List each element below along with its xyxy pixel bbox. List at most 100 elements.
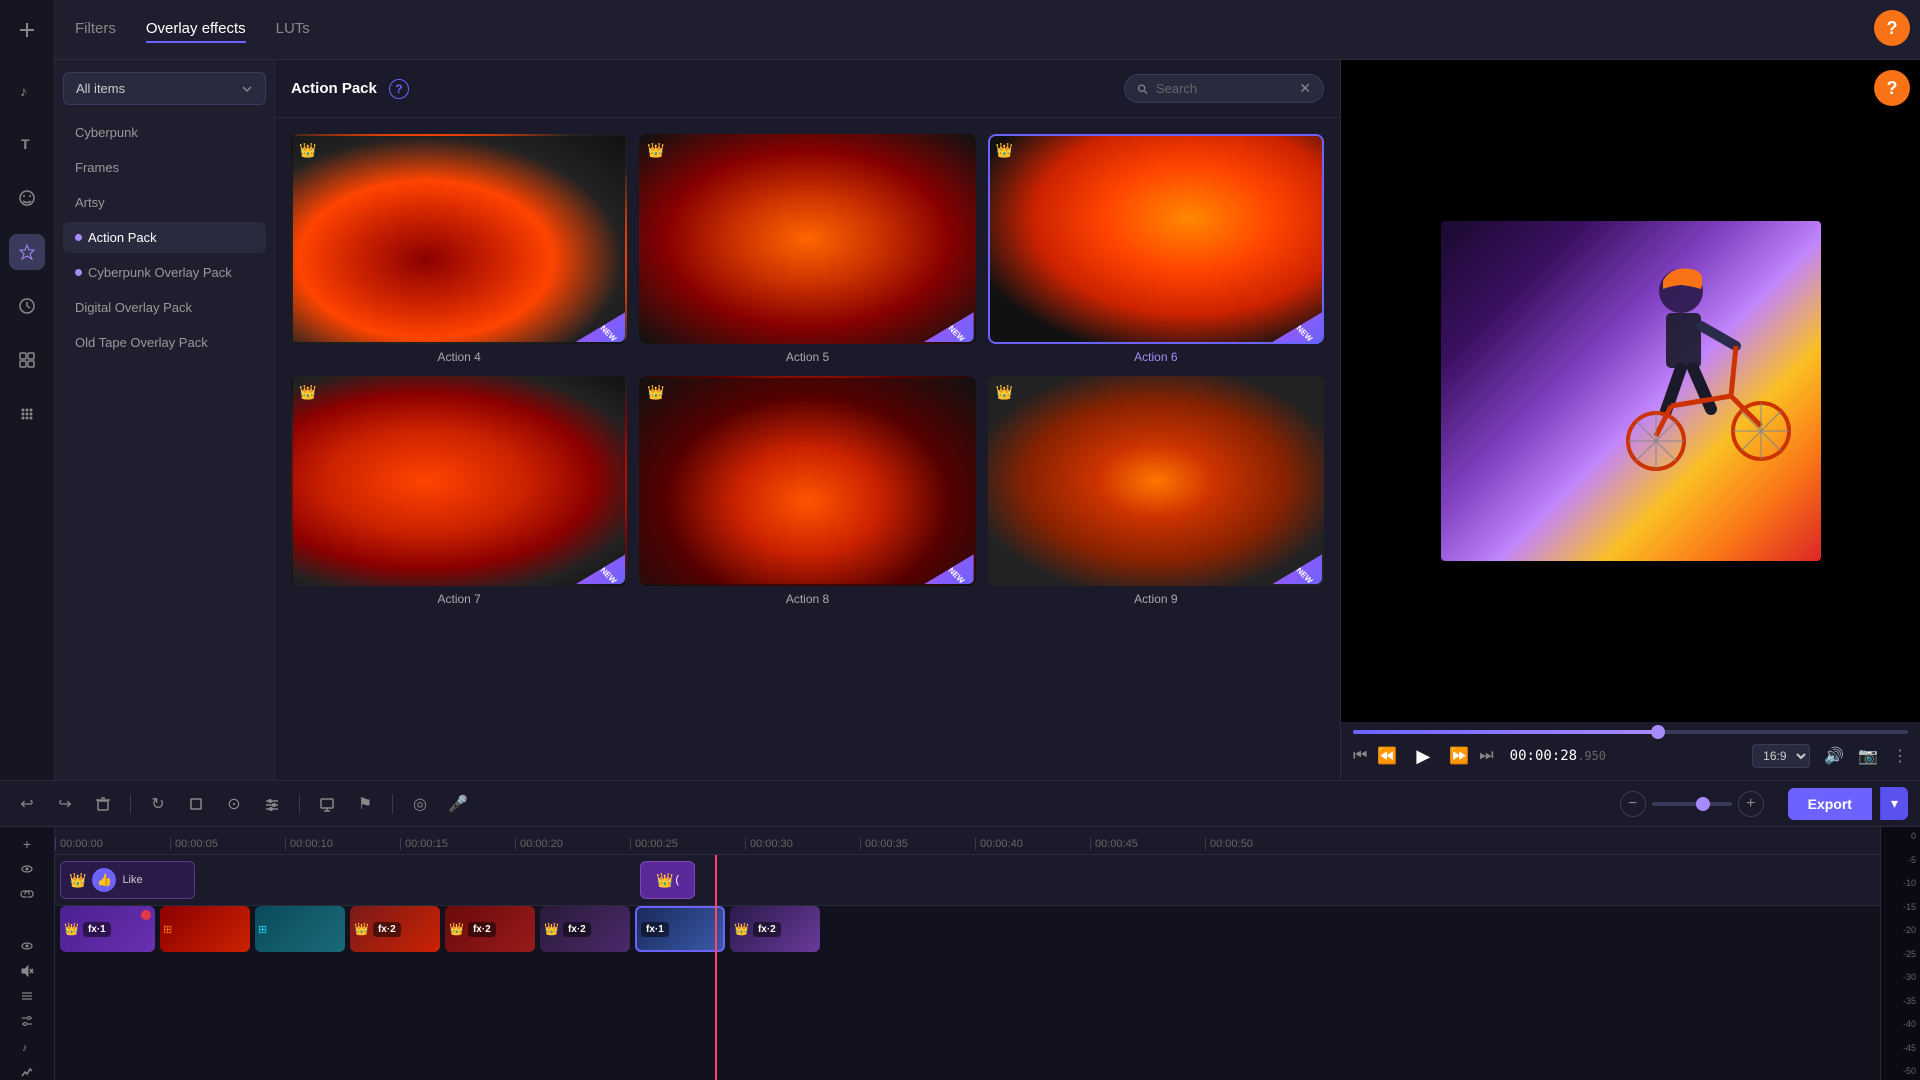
- clip-5[interactable]: 👑 fx·2: [445, 906, 535, 952]
- effects-help-icon[interactable]: ?: [389, 79, 409, 99]
- tab-overlay-effects[interactable]: Overlay effects: [146, 16, 246, 43]
- effects-icon[interactable]: [9, 234, 45, 270]
- effect-card-action9[interactable]: 👑 NEW Action 9: [988, 376, 1324, 606]
- crown-action4: 👑: [299, 142, 316, 159]
- undo-button[interactable]: ↩: [12, 789, 42, 819]
- search-input[interactable]: [1156, 81, 1291, 96]
- zoom-in-button[interactable]: +: [1738, 791, 1764, 817]
- sticker-label: Like: [122, 874, 142, 886]
- mic-button[interactable]: 🎤: [443, 789, 473, 819]
- effect-card-action7[interactable]: 👑 NEW Action 7: [291, 376, 627, 606]
- clip-6[interactable]: 👑 fx·2: [540, 906, 630, 952]
- add-track-button[interactable]: +: [13, 835, 41, 852]
- skip-to-end-button[interactable]: ⏭: [1479, 747, 1493, 765]
- effect-card-action8[interactable]: 👑 NEW Action 8: [639, 376, 975, 606]
- progress-thumb: [1651, 725, 1665, 739]
- sidebar-item-cyberpunk[interactable]: Cyberpunk: [63, 117, 266, 148]
- redo-button[interactable]: ↪: [50, 789, 80, 819]
- track-fx-button[interactable]: [13, 1063, 41, 1080]
- progress-bar[interactable]: [1353, 730, 1908, 734]
- track-list-button[interactable]: [13, 987, 41, 1004]
- track-eye-button[interactable]: [13, 860, 41, 877]
- clip-4[interactable]: 👑 fx·2: [350, 906, 440, 952]
- track-link-button[interactable]: [13, 885, 41, 902]
- aspect-ratio-select[interactable]: 16:9 9:16 1:1: [1752, 744, 1810, 768]
- zoom-out-button[interactable]: −: [1620, 791, 1646, 817]
- play-button[interactable]: ▶: [1407, 740, 1439, 772]
- crown-action8: 👑: [647, 384, 664, 401]
- all-items-dropdown[interactable]: All items: [63, 72, 266, 105]
- sticker-icon-circle: 👍: [92, 868, 116, 892]
- tab-luts[interactable]: LUTs: [276, 16, 310, 43]
- effect-thumb-action8: 👑 NEW: [639, 376, 975, 586]
- divider-3: [392, 794, 393, 814]
- sidebar-item-artsy[interactable]: Artsy: [63, 187, 266, 218]
- overlay-track-row: 👑 👍 Like 👑 (: [55, 855, 1880, 905]
- effect-card-action6[interactable]: 👑 NEW Action 6: [988, 134, 1324, 364]
- vu-level-10: -50: [1903, 1066, 1916, 1076]
- flag-button[interactable]: ⚑: [350, 789, 380, 819]
- text-icon[interactable]: T: [9, 126, 45, 162]
- timeline-area: + ♪: [0, 827, 1920, 1080]
- track-mute-button[interactable]: [13, 962, 41, 979]
- volume-button[interactable]: 🔊: [1824, 746, 1844, 766]
- clip-8[interactable]: 👑 fx·2: [730, 906, 820, 952]
- puzzle-icon[interactable]: [9, 342, 45, 378]
- clock-icon[interactable]: [9, 288, 45, 324]
- video-controls: ⏮ ⏪ ▶ ⏩ ⏭ 00:00:28.950 16:9 9:16 1:1 🔊 📷…: [1341, 722, 1920, 780]
- tab-filters[interactable]: Filters: [75, 16, 116, 43]
- eq-button[interactable]: [257, 789, 287, 819]
- help-circle-icon[interactable]: ?: [1874, 70, 1910, 106]
- clip-1[interactable]: 👑 fx·1: [60, 906, 155, 952]
- clip-7[interactable]: fx·1: [635, 906, 725, 952]
- target-button[interactable]: ◎: [405, 789, 435, 819]
- track-audio-button[interactable]: ♪: [13, 1038, 41, 1055]
- timeline-tracks[interactable]: 👑 👍 Like 👑 ( 👑 fx·1: [55, 855, 1880, 1080]
- zoom-slider[interactable]: [1652, 802, 1732, 806]
- track-settings-button[interactable]: [13, 1012, 41, 1029]
- divider-2: [299, 794, 300, 814]
- crown-icon-overlay: 👑: [656, 872, 673, 889]
- sidebar-item-old-tape[interactable]: Old Tape Overlay Pack: [63, 327, 266, 358]
- export-button[interactable]: Export: [1788, 788, 1872, 820]
- screen-button[interactable]: [312, 789, 342, 819]
- action-pack-label: Action Pack: [88, 230, 157, 245]
- overlay-clip-content: (: [675, 874, 679, 886]
- playhead[interactable]: [715, 855, 717, 1080]
- redo2-button[interactable]: ↻: [143, 789, 173, 819]
- effect-card-action5[interactable]: 👑 NEW Action 5: [639, 134, 975, 364]
- timeline-ruler: 00:00:00 00:00:05 00:00:10 00:00:15 00:0…: [55, 827, 1880, 855]
- effect-thumb-action9: 👑 NEW: [988, 376, 1324, 586]
- progress-fill: [1353, 730, 1658, 734]
- effect-card-action4[interactable]: 👑 NEW Action 4: [291, 134, 627, 364]
- effects-grid: 👑 NEW Action 4 👑 NEW Action 5 👑: [275, 118, 1340, 622]
- speed-button[interactable]: ⊙: [219, 789, 249, 819]
- crop-button[interactable]: [181, 789, 211, 819]
- sidebar-item-cyberpunk-overlay[interactable]: Cyberpunk Overlay Pack: [63, 257, 266, 288]
- clip-2[interactable]: ⊞: [160, 906, 250, 952]
- delete-button[interactable]: [88, 789, 118, 819]
- sticker-clip-like[interactable]: 👑 👍 Like: [60, 861, 195, 899]
- grid-icon[interactable]: [9, 396, 45, 432]
- snapshot-button[interactable]: 📷: [1858, 746, 1878, 766]
- skip-to-start-button[interactable]: ⏮: [1353, 747, 1367, 765]
- add-icon[interactable]: [9, 12, 45, 48]
- more-options-button[interactable]: ⋮: [1892, 746, 1908, 766]
- track-eye2-button[interactable]: [13, 937, 41, 954]
- sidebar-item-digital-overlay[interactable]: Digital Overlay Pack: [63, 292, 266, 323]
- svg-text:T: T: [21, 136, 30, 152]
- step-back-button[interactable]: ⏪: [1377, 746, 1397, 766]
- clip-3[interactable]: ⊞: [255, 906, 345, 952]
- music-icon[interactable]: ♪: [9, 72, 45, 108]
- divider-1: [130, 794, 131, 814]
- clip6-crown: 👑: [544, 922, 559, 936]
- all-items-label: All items: [76, 81, 125, 96]
- search-clear-icon[interactable]: ✕: [1299, 80, 1311, 97]
- export-dropdown-button[interactable]: ▾: [1880, 787, 1908, 820]
- toolbar-row: ↩ ↪ ↻ ⊙ ⚑ ◎ 🎤 − + Export ▾: [0, 781, 1920, 827]
- step-forward-button[interactable]: ⏩: [1449, 746, 1469, 766]
- sidebar-item-action-pack[interactable]: Action Pack: [63, 222, 266, 253]
- overlay-purple-clip[interactable]: 👑 (: [640, 861, 695, 899]
- sticker-icon[interactable]: [9, 180, 45, 216]
- sidebar-item-frames[interactable]: Frames: [63, 152, 266, 183]
